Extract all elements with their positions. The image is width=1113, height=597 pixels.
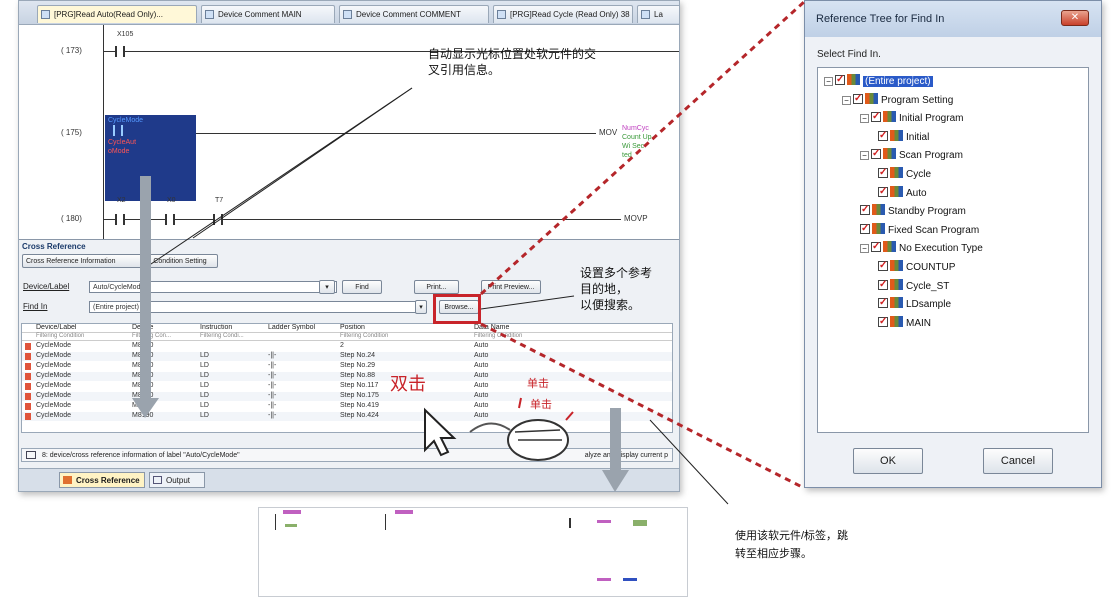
note-auto-display: 自动显示光标位置处软元件的交 叉引用信息。 — [428, 47, 597, 77]
click-mark — [518, 397, 522, 409]
comment-mark — [623, 578, 637, 581]
leader-line — [480, 295, 575, 310]
down-arrow-shaft — [140, 176, 151, 398]
click-mark — [565, 411, 574, 421]
comment-mark — [597, 578, 611, 581]
down-arrow-icon — [602, 470, 629, 492]
mouse-pointer-icon — [424, 407, 457, 457]
single-click-label: 单击 — [527, 378, 549, 390]
leader-line — [649, 419, 729, 505]
down-arrow-icon — [132, 398, 159, 418]
mouse-cable — [469, 422, 511, 433]
note-multiple-destinations: 设置多个参考 目的地， 以便搜索。 — [580, 266, 653, 312]
comment-mark — [633, 520, 647, 526]
single-click-label: 单击 — [530, 399, 552, 411]
note-jump-to-step: 使用该软元件/标签，跳 转至相应步骤。 — [735, 530, 849, 560]
leader-line — [147, 87, 413, 267]
comment-mark — [395, 510, 413, 514]
instruction-bracket — [569, 518, 571, 528]
comment-mark — [283, 510, 301, 514]
contact-symbol — [275, 514, 276, 530]
comment-mark — [285, 524, 297, 527]
contact-symbol — [385, 514, 386, 530]
comment-mark — [597, 520, 611, 523]
double-click-label: 双击 — [390, 374, 426, 394]
jump-result-preview — [258, 507, 688, 597]
down-arrow-shaft — [610, 408, 621, 470]
